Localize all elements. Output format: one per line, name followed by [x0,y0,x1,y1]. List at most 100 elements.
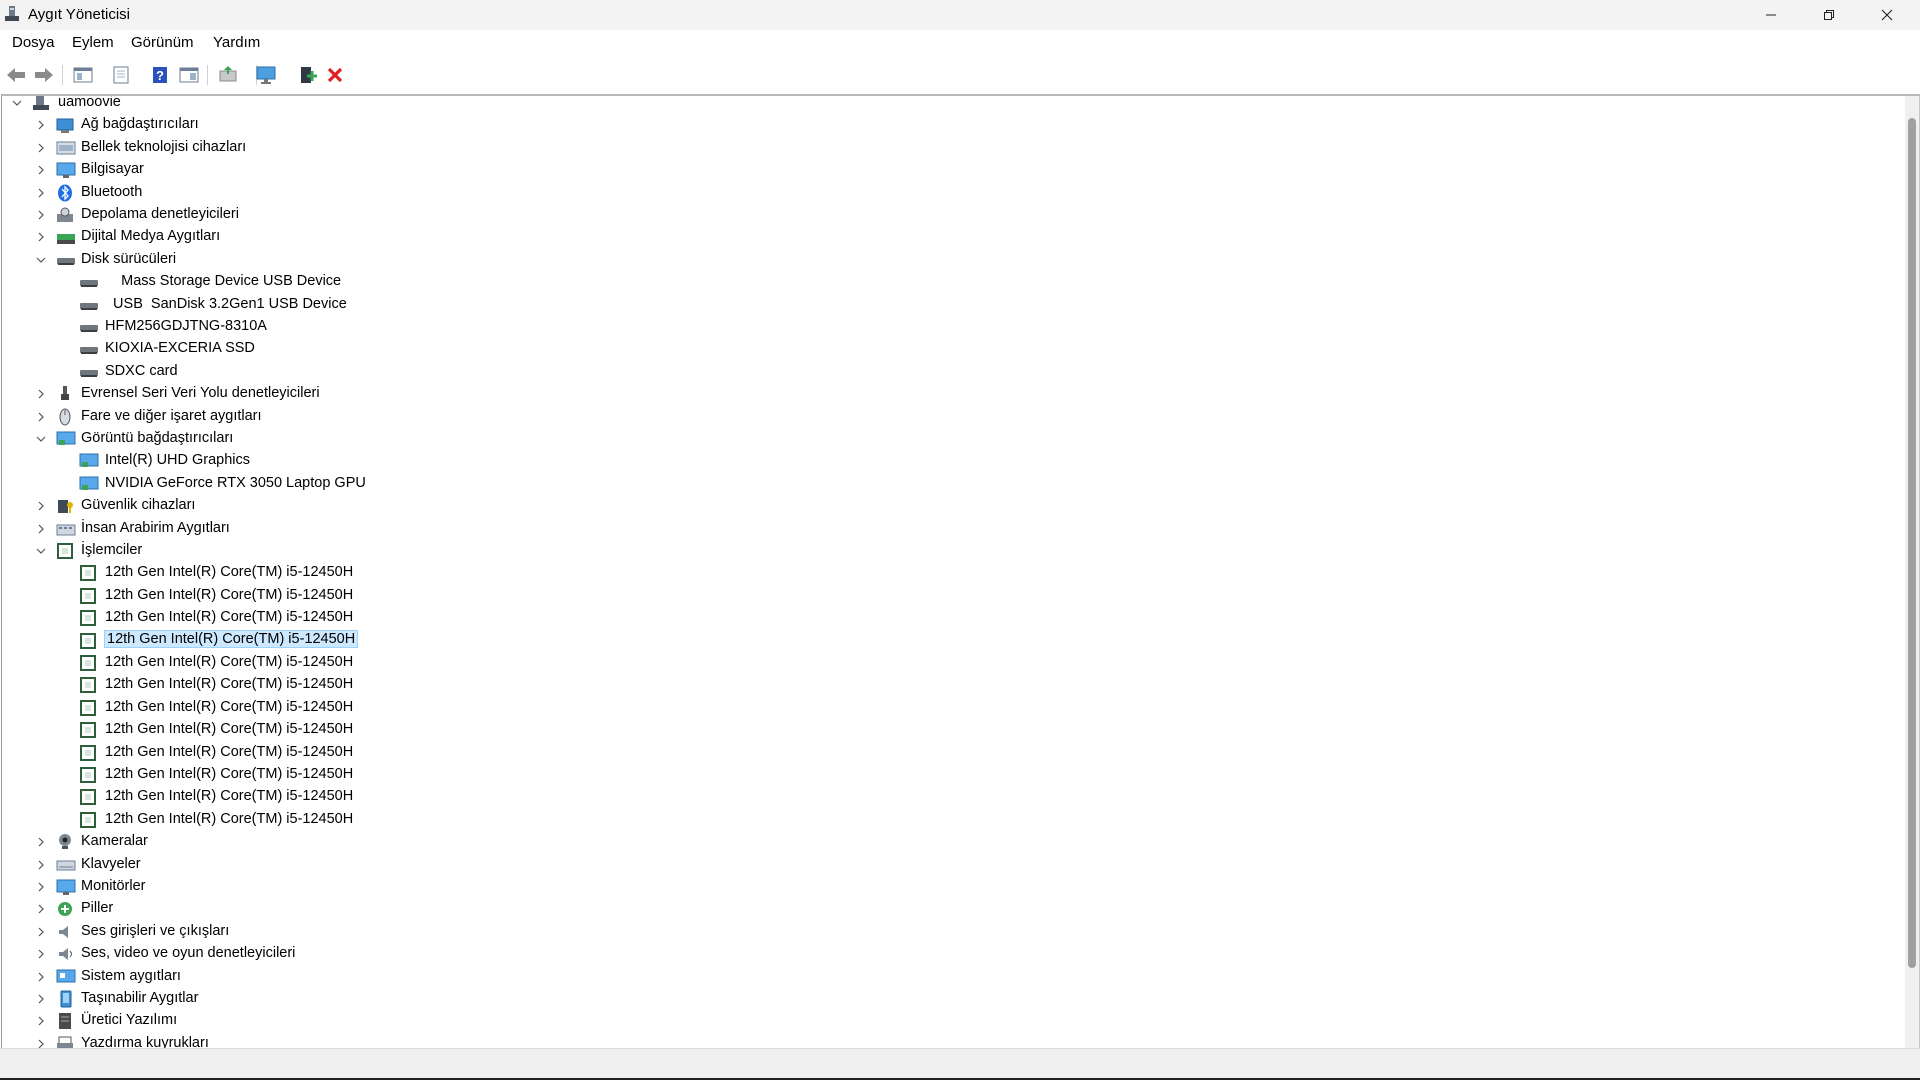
expand-toggle[interactable] [35,387,47,401]
tree-category[interactable]: Bluetooth [2,182,1902,204]
forward-icon [35,68,53,82]
vertical-scrollbar[interactable] [1905,96,1919,1049]
tree-category[interactable]: Görüntü bağdaştırıcıları [2,428,1902,450]
tree-device[interactable]: 12th Gen Intel(R) Core(TM) i5-12450H [2,629,1902,652]
tree-item-label: Ses, video ve oyun denetleyicileri [81,945,296,962]
memory-device-icon [56,139,76,157]
menu-gorunum[interactable]: Görünüm [131,34,194,51]
tree-category[interactable]: Bellek teknolojisi cihazları [2,137,1902,159]
collapse-toggle[interactable] [35,432,47,446]
add-driver-button[interactable] [295,63,319,87]
expand-toggle[interactable] [35,902,47,916]
expand-toggle[interactable] [35,835,47,849]
tree-device[interactable]: 12th Gen Intel(R) Core(TM) i5-12450H [2,719,1902,741]
tree-device[interactable]: 12th Gen Intel(R) Core(TM) i5-12450H [2,607,1902,629]
tree-category[interactable]: Klavyeler [2,854,1902,876]
tree-device[interactable]: NVIDIA GeForce RTX 3050 Laptop GPU [2,473,1902,495]
minimize-button[interactable] [1742,0,1800,30]
tree-category[interactable]: Depolama denetleyicileri [2,204,1902,226]
tree-item-label: Bilgisayar [81,161,144,178]
chevron-right-icon [38,501,44,511]
collapse-toggle[interactable] [35,544,47,558]
expand-toggle[interactable] [35,947,47,961]
expand-toggle[interactable] [35,186,47,200]
tree-device[interactable]: SDXC card [2,361,1902,383]
expand-toggle[interactable] [35,208,47,222]
tree-category[interactable]: Piller [2,898,1902,920]
help-button[interactable]: ? [148,63,172,87]
expand-toggle[interactable] [35,230,47,244]
menu-dosya[interactable]: Dosya [12,34,55,51]
menu-yardim[interactable]: Yardım [213,34,260,51]
update-driver-button[interactable] [216,63,240,87]
back-button[interactable] [4,63,28,87]
tree-category[interactable]: Fare ve diğer işaret aygıtları [2,406,1902,428]
view-button[interactable] [177,63,201,87]
expand-toggle[interactable] [35,522,47,536]
tree-item-label: Intel(R) UHD Graphics [105,452,251,469]
tree-category[interactable]: Taşınabilir Aygıtlar [2,988,1902,1010]
tree-device[interactable]: 12th Gen Intel(R) Core(TM) i5-12450H [2,809,1902,831]
tree-device[interactable]: KIOXIA-EXCERIA SSD [2,338,1902,360]
tree-category[interactable]: Disk sürücüleri [2,249,1902,271]
tree-category[interactable]: Dijital Medya Aygıtları [2,226,1902,248]
tree-category[interactable]: Güvenlik cihazları [2,495,1902,517]
scrollbar-thumb[interactable] [1908,118,1916,968]
tree-device[interactable]: 12th Gen Intel(R) Core(TM) i5-12450H [2,764,1902,786]
tree-device[interactable]: 12th Gen Intel(R) Core(TM) i5-12450H [2,652,1902,674]
expand-toggle[interactable] [35,925,47,939]
collapse-toggle[interactable] [11,96,23,110]
expand-toggle[interactable] [35,499,47,513]
tree-device[interactable]: 12th Gen Intel(R) Core(TM) i5-12450H [2,742,1902,764]
tree-device[interactable]: USB SanDisk 3.2Gen1 USB Device [2,294,1902,316]
tree-device[interactable]: 12th Gen Intel(R) Core(TM) i5-12450H [2,562,1902,584]
tree-device[interactable]: 12th Gen Intel(R) Core(TM) i5-12450H [2,786,1902,808]
tree-category[interactable]: İnsan Arabirim Aygıtları [2,518,1902,540]
expand-toggle[interactable] [35,118,47,132]
tree-category[interactable]: Sistem aygıtları [2,966,1902,988]
forward-button[interactable] [32,63,56,87]
tree-root[interactable]: uamoovie [2,96,1902,114]
close-button[interactable] [1858,0,1916,30]
tree-item-label: 12th Gen Intel(R) Core(TM) i5-12450H [105,743,354,760]
tree-category[interactable]: Evrensel Seri Veri Yolu denetleyicileri [2,383,1902,405]
audio-io-icon [56,923,76,941]
expand-toggle[interactable] [35,880,47,894]
tree-device[interactable]: Mass Storage Device USB Device [2,271,1902,293]
expand-toggle[interactable] [35,163,47,177]
tree-device[interactable]: Intel(R) UHD Graphics [2,450,1902,472]
menu-eylem[interactable]: Eylem [72,34,114,51]
tree-device[interactable]: HFM256GDJTNG-8310A [2,316,1902,338]
expand-toggle[interactable] [35,858,47,872]
tree-category[interactable]: İşlemciler [2,540,1902,562]
scan-hardware-button[interactable] [255,63,279,87]
tree-item-label: 12th Gen Intel(R) Core(TM) i5-12450H [105,721,354,738]
tree-category[interactable]: Ses, video ve oyun denetleyicileri [2,943,1902,965]
tree-category[interactable]: Ses girişleri ve çıkışları [2,921,1902,943]
expand-toggle[interactable] [35,410,47,424]
expand-toggle[interactable] [35,992,47,1006]
expand-toggle[interactable] [35,970,47,984]
tree-device[interactable]: 12th Gen Intel(R) Core(TM) i5-12450H [2,674,1902,696]
device-tree[interactable]: uamoovie Ağ bağdaştırıcıları Bellek teknol… [1,94,1920,1049]
properties-button[interactable] [109,63,133,87]
expand-toggle[interactable] [35,141,47,155]
sound-controller-icon [56,945,76,963]
tree-category[interactable]: Yazdırma kuyrukları [2,1033,1902,1049]
tree-device[interactable]: 12th Gen Intel(R) Core(TM) i5-12450H [2,697,1902,719]
chevron-right-icon [38,882,44,892]
chevron-down-icon [36,436,46,442]
collapse-toggle[interactable] [35,253,47,267]
tree-category[interactable]: Bilgisayar [2,159,1902,181]
uninstall-button[interactable] [323,63,347,87]
tree-category[interactable]: Ağ bağdaştırıcıları [2,114,1902,136]
tree-device[interactable]: 12th Gen Intel(R) Core(TM) i5-12450H [2,585,1902,607]
show-hide-tree-button[interactable] [71,63,95,87]
svg-text:?: ? [156,68,164,83]
tree-category[interactable]: Üretici Yazılımı [2,1010,1902,1032]
restore-button[interactable] [1800,0,1858,30]
tree-category[interactable]: Kameralar [2,831,1902,853]
tree-category[interactable]: Monitörler [2,876,1902,898]
expand-toggle[interactable] [35,1014,47,1028]
keyboard-icon [56,856,76,874]
